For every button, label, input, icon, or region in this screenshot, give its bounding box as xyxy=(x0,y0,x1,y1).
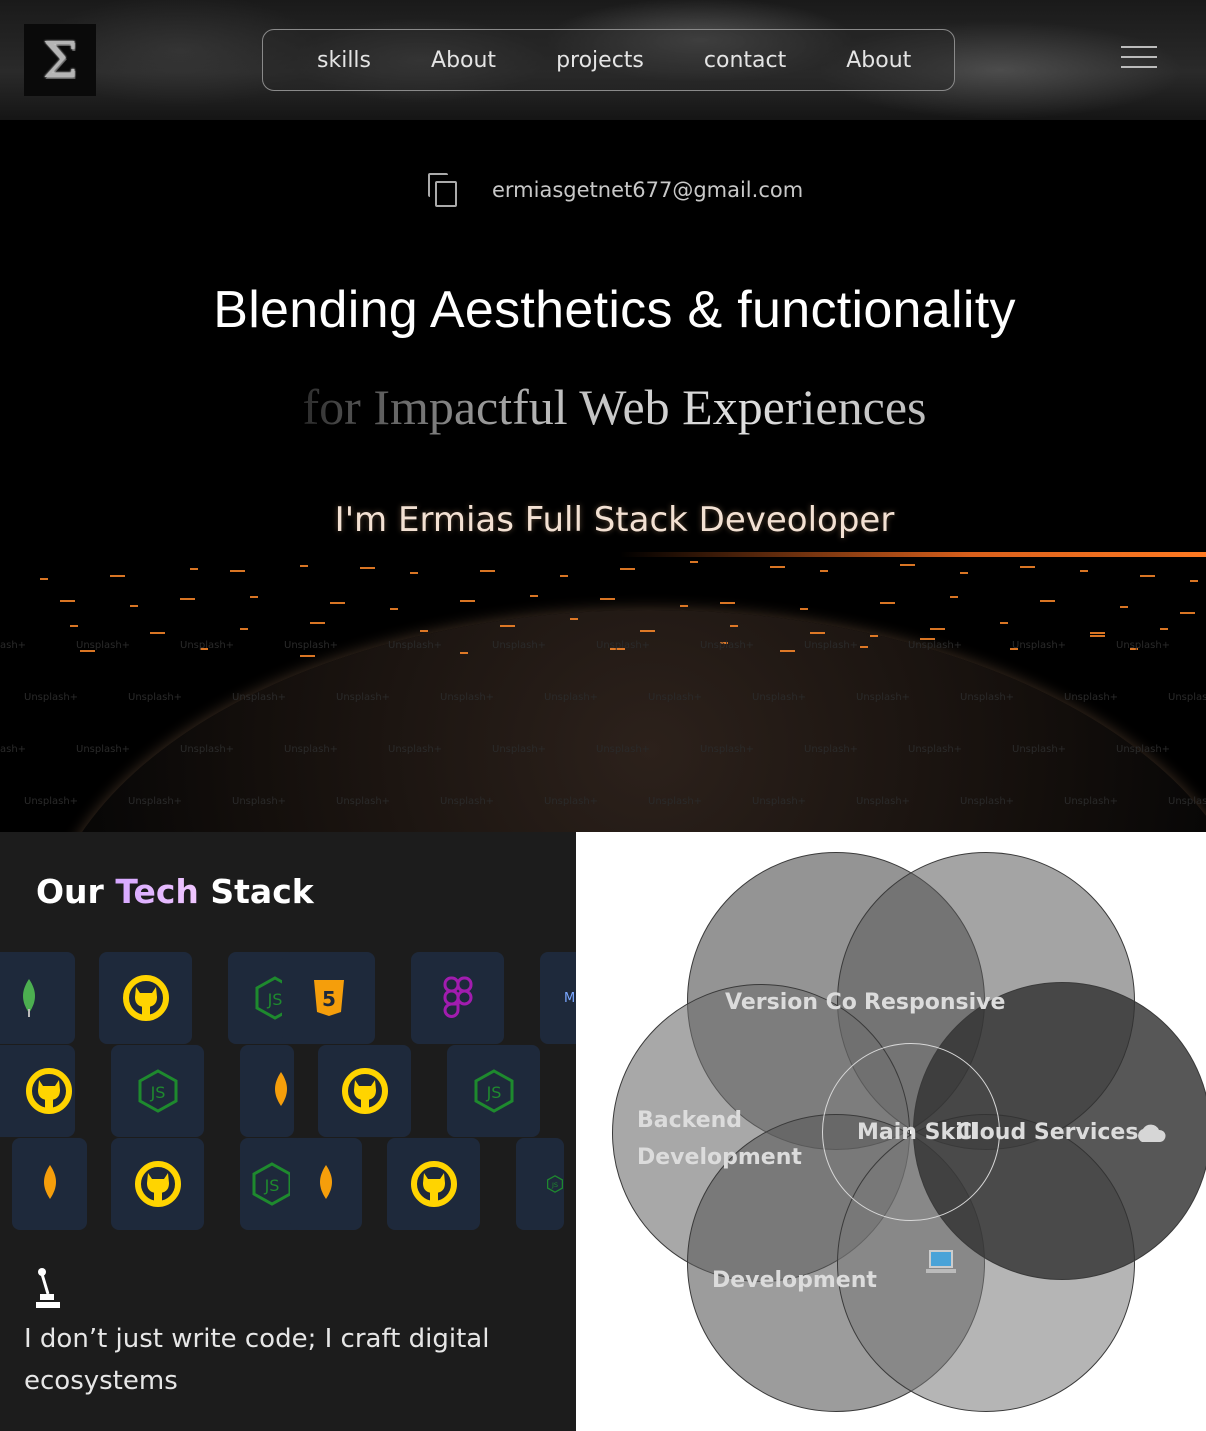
svg-text:JS: JS xyxy=(263,1176,279,1195)
label-cloud-services: Cloud Services xyxy=(956,1120,1139,1145)
cloud-icon xyxy=(1138,1124,1166,1142)
tile-github[interactable] xyxy=(387,1138,480,1230)
label-responsive: Responsive xyxy=(864,990,1006,1015)
hero-intro: I'm Ermias Full Stack Deveoloper xyxy=(334,500,895,540)
nodejs-icon: JS xyxy=(474,1069,513,1113)
site-header: Σ skills About projects contact About xyxy=(0,0,1206,120)
tile-github[interactable] xyxy=(0,1045,75,1137)
nav-contact[interactable]: contact xyxy=(704,48,786,73)
logo-glyph: Σ xyxy=(42,31,78,89)
svg-text:JS: JS xyxy=(551,1181,558,1189)
tile-mongodb[interactable] xyxy=(240,1045,294,1137)
tech-stack-panel: Our Tech Stack JS 5 M JS JS JS JS I don’… xyxy=(0,832,576,1431)
svg-text:JS: JS xyxy=(485,1083,501,1102)
nav-skills[interactable]: skills xyxy=(317,48,371,73)
tile-html5[interactable]: 5 xyxy=(282,952,375,1044)
mongodb-leaf-icon xyxy=(22,979,35,1017)
svg-text:5: 5 xyxy=(322,987,336,1011)
tile-github[interactable] xyxy=(99,952,192,1044)
email-row[interactable]: ermiasgetnet677@gmail.com xyxy=(428,172,803,208)
mongodb-leaf-icon xyxy=(275,1072,287,1106)
tile-nodejs[interactable]: JS xyxy=(447,1045,540,1137)
nav-about[interactable]: About xyxy=(431,48,496,73)
svg-text:JS: JS xyxy=(266,990,282,1009)
tile-figma[interactable] xyxy=(411,952,504,1044)
nodejs-icon: JS xyxy=(138,1069,177,1113)
copy-icon[interactable] xyxy=(428,173,458,207)
github-icon xyxy=(134,1161,181,1207)
email-address[interactable]: ermiasgetnet677@gmail.com xyxy=(492,178,803,202)
nav-projects[interactable]: projects xyxy=(556,48,644,73)
nodejs-icon: JS xyxy=(547,1175,563,1193)
mongodb-leaf-icon xyxy=(43,1165,56,1199)
html5-icon: 5 xyxy=(313,980,344,1016)
label-backend: Backend Development xyxy=(637,1108,802,1170)
hero-headline: Blending Aesthetics & functionality xyxy=(213,281,1016,339)
tile-mongodb[interactable] xyxy=(0,952,75,1044)
main-nav: skills About projects contact About xyxy=(262,29,955,91)
tile-m[interactable]: M xyxy=(540,952,576,1044)
logo[interactable]: Σ xyxy=(24,24,96,96)
github-icon xyxy=(410,1161,457,1207)
nodejs-icon: JS xyxy=(252,1162,291,1206)
tile-nodejs[interactable]: JS xyxy=(111,1045,204,1137)
hamburger-menu-icon[interactable] xyxy=(1121,46,1157,68)
github-icon xyxy=(25,1068,72,1114)
label-version-control: Version Co xyxy=(725,990,857,1015)
figma-icon xyxy=(442,976,472,1018)
svg-text:JS: JS xyxy=(149,1083,165,1102)
nav-about-2[interactable]: About xyxy=(846,48,911,73)
tagline-quote: I don’t just write code; I craft digital… xyxy=(24,1324,490,1396)
accent-glow-line xyxy=(620,552,1206,557)
tile-mongodb[interactable] xyxy=(290,1138,362,1230)
tile-github[interactable] xyxy=(111,1138,204,1230)
github-icon xyxy=(122,975,169,1021)
hero-subheadline: for Impactful Web Experiences xyxy=(0,378,1206,436)
hero-section: Unsplash+Unsplash+Unsplash+Unsplash+Unsp… xyxy=(0,120,1206,832)
tile-github[interactable] xyxy=(318,1045,411,1137)
skills-venn-panel: Version Co Responsive Backend Development… xyxy=(576,832,1206,1431)
tech-stack-title: Our Tech Stack xyxy=(36,872,314,911)
joystick-icon xyxy=(36,1268,60,1308)
label-development: Development xyxy=(712,1268,877,1293)
tile-nodejs[interactable]: JS xyxy=(516,1138,564,1230)
laptop-icon xyxy=(926,1250,956,1273)
mongodb-leaf-icon xyxy=(320,1165,332,1199)
github-icon xyxy=(341,1068,388,1114)
tile-mongodb[interactable] xyxy=(12,1138,87,1230)
